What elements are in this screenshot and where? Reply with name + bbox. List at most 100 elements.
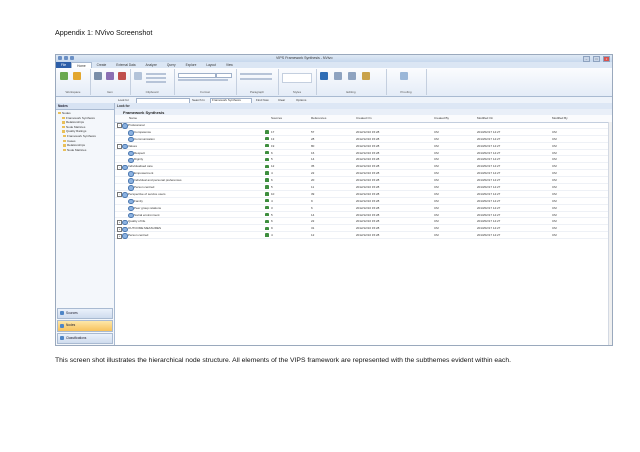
- save-icon[interactable]: [58, 56, 62, 60]
- column-header-name[interactable]: Name: [129, 116, 137, 120]
- redo-icon[interactable]: [70, 56, 74, 60]
- table-row[interactable]: Respect 6 16 2012/12/10 15:28 CM 2013/02/17 1…: [115, 150, 612, 157]
- cell-created-on: 2012/12/10 15:28: [356, 129, 380, 134]
- font-name-select[interactable]: [178, 73, 216, 78]
- node-name: Values: [128, 143, 137, 148]
- find-now-button[interactable]: Find Now: [256, 98, 269, 102]
- indent-buttons[interactable]: [240, 78, 272, 80]
- cell-created-by: CM: [434, 143, 439, 148]
- cell-created-on: 2012/12/10 15:28: [356, 171, 380, 176]
- cell-modified-by: CM: [552, 164, 557, 169]
- table-row[interactable]: - Perspective of service users 10 39 2012/12…: [115, 191, 612, 198]
- cell-sources: 6: [271, 150, 273, 155]
- undo-icon[interactable]: [64, 56, 68, 60]
- cell-created-on: 2012/12/10 15:28: [356, 205, 380, 210]
- table-row[interactable]: - Professional: [115, 122, 612, 129]
- column-header-modified-by[interactable]: Modified By: [552, 116, 568, 120]
- sources-icon: [265, 219, 269, 224]
- node-name: Quality of life: [128, 219, 146, 224]
- node-icon: [122, 164, 128, 171]
- bold-italic-underline-buttons[interactable]: [178, 79, 228, 81]
- cell-modified-on: 2013/02/17 14:27: [477, 129, 501, 134]
- edit-icon[interactable]: [106, 72, 114, 80]
- vertical-scrollbar[interactable]: [608, 122, 612, 345]
- navigation-title: Nodes: [58, 104, 68, 108]
- table-row[interactable]: Person centred 5 11 2012/12/10 15:28 CM 2013/…: [115, 184, 612, 191]
- table-row[interactable]: Communication 13 28 2012/12/10 15:28 CM 2013/…: [115, 136, 612, 143]
- table-row[interactable]: Peer group relations 3 6 2012/12/10 15:28 CM…: [115, 205, 612, 212]
- search-label: Look for: [117, 104, 130, 108]
- column-header-created-by[interactable]: Created By: [434, 116, 449, 120]
- node-icon: [128, 171, 134, 177]
- nav-button-sources[interactable]: Sources: [57, 308, 113, 320]
- cell-references: 35: [311, 164, 315, 169]
- ribbon-group-format: Format: [174, 69, 237, 95]
- nav-button-classifications[interactable]: Classifications: [57, 332, 113, 345]
- sources-icon: [265, 130, 269, 134]
- open-icon[interactable]: [73, 72, 81, 80]
- style-gallery[interactable]: [282, 73, 312, 83]
- sources-icon: [265, 164, 269, 169]
- table-row[interactable]: + OUTCOME MEASURES 9 31 2012/12/10 15:28 CM 20…: [115, 225, 612, 233]
- figure-caption: This screen shot illustrates the hierarc…: [55, 357, 511, 364]
- copy-icon[interactable]: [146, 77, 166, 79]
- node-name: Empowerment: [134, 171, 154, 176]
- replace-icon[interactable]: [348, 72, 356, 80]
- table-row[interactable]: Empowerment 4 22 2012/12/10 15:28 CM 2013/02/…: [115, 170, 612, 178]
- column-header-references[interactable]: References: [311, 116, 326, 120]
- sources-icon: [265, 171, 269, 175]
- table-row[interactable]: Individual and personal preferences 6 20 20…: [115, 177, 612, 185]
- delete-icon[interactable]: [118, 72, 126, 80]
- options-button[interactable]: Options: [296, 98, 306, 102]
- table-row[interactable]: Dignity 5 14 2012/12/10 15:28 CM 2013/02/17 1…: [115, 156, 612, 164]
- table-row[interactable]: + Person centred 4 12 2012/12/10 15:28 CM 2013…: [115, 232, 612, 240]
- paste-icon[interactable]: [134, 72, 142, 80]
- table-row[interactable]: Competence 17 57 2012/12/10 15:28 CM 2013/02/…: [115, 129, 612, 136]
- cell-created-on: 2012/12/10 15:28: [356, 178, 380, 183]
- column-header-sources[interactable]: Sources: [271, 116, 282, 120]
- node-icon: [122, 233, 128, 239]
- node-list: - Professional Competence 17 57 2012/12/10 15…: [115, 122, 612, 240]
- properties-icon[interactable]: [94, 72, 102, 80]
- node-icon: [122, 143, 128, 150]
- column-header-modified-on[interactable]: Modified On: [477, 116, 493, 120]
- cell-modified-by: CM: [552, 205, 557, 210]
- nav-button-collections[interactable]: Collections: [57, 345, 113, 346]
- cell-modified-by: CM: [552, 198, 557, 203]
- alignment-buttons[interactable]: [240, 73, 272, 75]
- column-header-created-on[interactable]: Created On: [356, 116, 372, 120]
- clear-button[interactable]: Clear: [278, 98, 285, 102]
- cell-references: 16: [311, 150, 315, 155]
- cut-icon[interactable]: [146, 73, 166, 75]
- title-bar: VIPS Framework Synthesis - NVivo – □ ×: [56, 55, 612, 62]
- table-row[interactable]: - Values 19 80 2012/12/10 15:28 CM 2013/02/17 …: [115, 143, 612, 150]
- font-size-select[interactable]: [216, 73, 232, 78]
- table-row[interactable]: Social environment 5 14 2012/12/10 15:28 CM 2…: [115, 212, 612, 219]
- cell-created-on: 2012/12/10 15:28: [356, 157, 380, 162]
- ribbon-group-styles: Styles: [278, 69, 317, 95]
- select-icon[interactable]: [320, 72, 328, 80]
- cell-references: 14: [311, 157, 315, 162]
- cell-sources: 4: [271, 171, 273, 176]
- insert-icon[interactable]: [362, 72, 370, 80]
- sources-icon: [265, 233, 269, 237]
- spelling-icon[interactable]: [400, 72, 408, 80]
- cell-sources: 4: [271, 233, 273, 238]
- cell-references: 12: [311, 233, 315, 238]
- table-row[interactable]: - Individualised care 12 35 2012/12/10 15:28…: [115, 163, 612, 171]
- cell-sources: 10: [271, 191, 275, 196]
- refresh-icon[interactable]: [60, 72, 68, 80]
- cell-modified-by: CM: [552, 171, 557, 176]
- cell-references: 14: [311, 212, 315, 217]
- format-painter-icon[interactable]: [146, 81, 166, 83]
- cell-modified-by: CM: [552, 226, 557, 231]
- folder-icon: [62, 121, 65, 124]
- cell-modified-on: 2013/02/17 14:27: [477, 171, 501, 176]
- cell-references: 39: [311, 191, 315, 196]
- find-icon[interactable]: [334, 72, 342, 80]
- table-row[interactable]: Family 4 9 2012/12/10 15:28 CM 2013/02/17 14:…: [115, 198, 612, 205]
- tree-item[interactable]: Node Matrices: [58, 148, 114, 153]
- table-row[interactable]: + Quality of life 6 22 2012/12/10 15:28 CM 201…: [115, 218, 612, 226]
- nav-button-nodes[interactable]: Nodes: [57, 320, 113, 332]
- cell-references: 20: [311, 178, 315, 183]
